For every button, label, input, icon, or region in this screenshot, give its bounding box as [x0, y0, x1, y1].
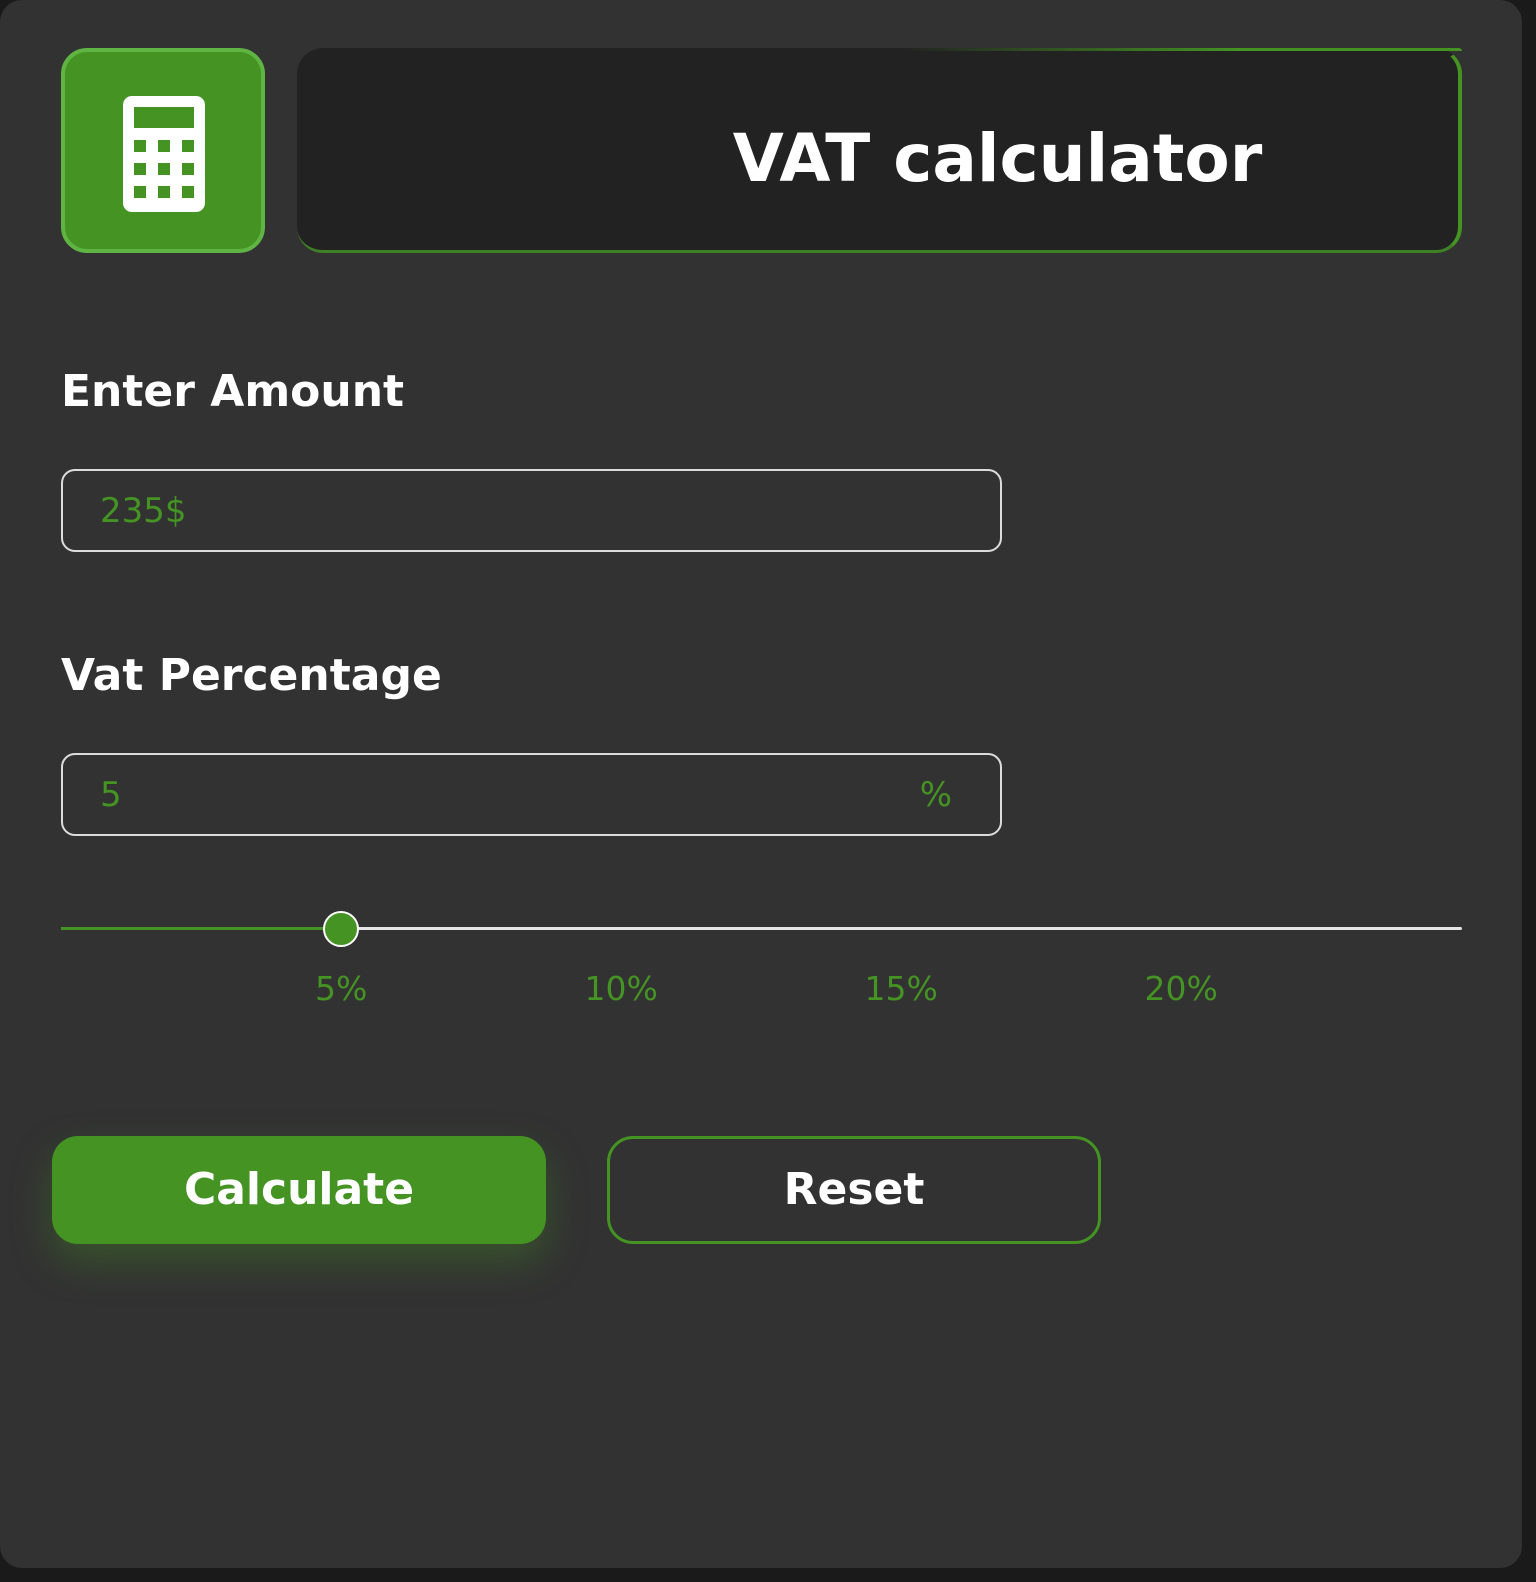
tick-label: 20% — [1144, 969, 1218, 1008]
vat-percentage-label: Vat Percentage — [61, 650, 442, 701]
slider-thumb[interactable] — [323, 911, 360, 947]
amount-input[interactable]: 235$ — [61, 469, 1002, 552]
reset-button[interactable]: Reset — [607, 1136, 1101, 1244]
amount-input-value: 235$ — [100, 491, 187, 531]
vat-slider[interactable] — [61, 908, 1462, 952]
tick-label: 10% — [584, 969, 658, 1008]
page-title: VAT calculator — [732, 120, 1263, 197]
vat-calculator-panel: VAT calculator Enter Amount 235$ Vat Per… — [0, 0, 1522, 1568]
tick-label: 15% — [864, 969, 938, 1008]
tick-label: 5% — [315, 969, 368, 1008]
vat-percentage-input-value: 5 — [100, 775, 122, 815]
calculate-button[interactable]: Calculate — [52, 1136, 546, 1244]
calculator-tile — [61, 48, 265, 253]
amount-label: Enter Amount — [61, 366, 405, 417]
slider-fill — [61, 927, 342, 930]
calculator-icon — [123, 96, 205, 212]
percent-suffix: % — [919, 775, 952, 815]
vat-percentage-input[interactable]: 5 % — [61, 753, 1002, 836]
title-box: VAT calculator — [297, 48, 1462, 253]
